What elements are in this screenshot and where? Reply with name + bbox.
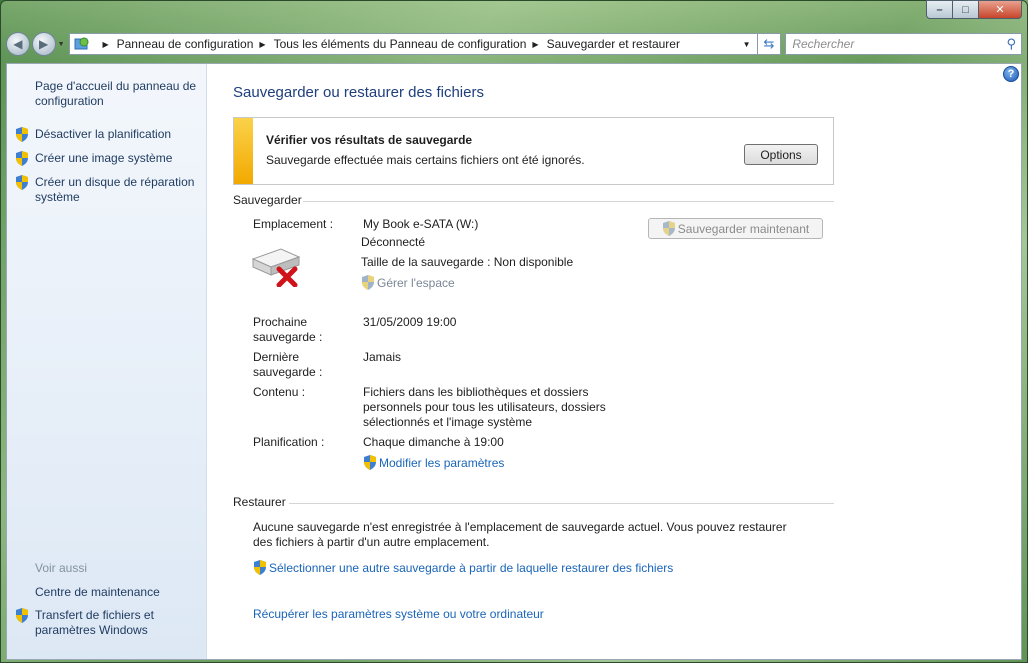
last-backup-label: Dernière sauvegarde : bbox=[253, 350, 323, 379]
sidebar-item-create-system-image[interactable]: Créer une image système bbox=[35, 151, 172, 166]
recover-system-link[interactable]: Récupérer les paramètres système ou votr… bbox=[253, 607, 544, 622]
disconnected-drive-icon bbox=[251, 248, 301, 287]
manage-space-label: Gérer l'espace bbox=[377, 276, 455, 290]
close-button[interactable]: ✕ bbox=[978, 0, 1022, 19]
notice-accent-bar bbox=[234, 118, 253, 184]
backup-now-button[interactable]: Sauvegarder maintenant bbox=[648, 218, 823, 239]
shield-icon bbox=[362, 275, 374, 290]
search-placeholder: Rechercher bbox=[792, 37, 855, 51]
breadcrumb-item[interactable]: Sauvegarder et restaurer bbox=[547, 37, 680, 51]
section-divider bbox=[289, 503, 834, 504]
breadcrumb-separator[interactable]: ▶ bbox=[102, 40, 108, 49]
shield-icon bbox=[254, 560, 266, 575]
restore-section-title: Restaurer bbox=[233, 495, 286, 509]
sidebar: Page d'accueil du panneau de configurati… bbox=[7, 64, 207, 659]
change-settings-label: Modifier les paramètres bbox=[379, 456, 505, 470]
next-backup-label: Prochaine sauvegarde : bbox=[253, 315, 323, 344]
search-input[interactable]: Rechercher ⚲ bbox=[785, 33, 1023, 55]
schedule-label: Planification : bbox=[253, 435, 325, 449]
page-title: Sauvegarder ou restaurer des fichiers bbox=[233, 84, 484, 101]
sidebar-item-action-center[interactable]: Centre de maintenance bbox=[35, 585, 160, 600]
location-value: My Book e-SATA (W:) bbox=[363, 217, 479, 231]
shield-icon bbox=[662, 221, 675, 236]
forward-arrow-icon: ▶ bbox=[39, 37, 49, 51]
next-backup-value: 31/05/2009 19:00 bbox=[363, 315, 457, 329]
change-settings-link[interactable]: Modifier les paramètres bbox=[363, 455, 504, 471]
minimize-button[interactable]: – bbox=[926, 0, 952, 19]
sidebar-item-disable-schedule[interactable]: Désactiver la planification bbox=[35, 127, 171, 142]
backup-size: Taille de la sauvegarde : Non disponible bbox=[361, 255, 574, 269]
contents-label: Contenu : bbox=[253, 385, 306, 399]
search-icon[interactable]: ⚲ bbox=[1006, 36, 1021, 52]
refresh-icon: ⇆ bbox=[763, 36, 775, 51]
shield-icon bbox=[364, 455, 376, 470]
control-panel-icon bbox=[74, 37, 89, 50]
sidebar-home-link[interactable]: Page d'accueil du panneau de configurati… bbox=[35, 79, 200, 109]
section-divider bbox=[303, 201, 834, 202]
breadcrumb-separator[interactable]: ▶ bbox=[532, 40, 538, 49]
select-other-backup-link[interactable]: Sélectionner une autre sauvegarde à part… bbox=[253, 560, 673, 576]
breadcrumb-item[interactable]: Tous les éléments du Panneau de configur… bbox=[274, 37, 527, 51]
backup-notice: Vérifier vos résultats de sauvegarde Sau… bbox=[233, 117, 834, 185]
recent-pages-dropdown[interactable]: ▼ bbox=[58, 41, 68, 48]
location-status: Déconnecté bbox=[361, 235, 426, 249]
address-bar[interactable]: ▶ Panneau de configuration ▶ Tous les él… bbox=[69, 33, 758, 55]
maximize-button[interactable]: □ bbox=[952, 0, 978, 19]
location-label: Emplacement : bbox=[253, 217, 334, 231]
see-also-title: Voir aussi bbox=[35, 561, 88, 575]
caption-buttons: – □ ✕ bbox=[926, 0, 1022, 19]
shield-icon bbox=[16, 175, 28, 190]
backup-section-title: Sauvegarder bbox=[233, 193, 302, 207]
backup-now-label: Sauvegarder maintenant bbox=[677, 221, 810, 236]
contents-value: Fichiers dans les bibliothèques et dossi… bbox=[363, 385, 606, 429]
notice-title: Vérifier vos résultats de sauvegarde bbox=[266, 133, 473, 147]
sidebar-item-create-repair-disc[interactable]: Créer un disque de réparation système bbox=[35, 175, 200, 205]
refresh-button[interactable]: ⇆ bbox=[757, 33, 782, 55]
back-arrow-icon: ◀ bbox=[13, 37, 23, 51]
navigation-bar: ◀ ▶ ▼ ▶ Panneau de configuration ▶ Tous … bbox=[6, 30, 1023, 58]
breadcrumb-separator[interactable]: ▶ bbox=[259, 40, 265, 49]
address-dropdown-icon[interactable]: ▼ bbox=[743, 40, 757, 49]
shield-icon bbox=[16, 608, 28, 623]
help-icon[interactable]: ? bbox=[1003, 66, 1019, 82]
select-other-backup-label: Sélectionner une autre sauvegarde à part… bbox=[269, 561, 674, 575]
last-backup-value: Jamais bbox=[363, 350, 402, 364]
schedule-value: Chaque dimanche à 19:00 bbox=[363, 435, 504, 449]
shield-icon bbox=[16, 127, 28, 142]
manage-space-link[interactable]: Gérer l'espace bbox=[361, 275, 455, 291]
sidebar-item-easy-transfer[interactable]: Transfert de fichiers et paramètres Wind… bbox=[35, 608, 175, 638]
restore-description: Aucune sauvegarde n'est enregistrée à l'… bbox=[253, 520, 787, 549]
content-area: Page d'accueil du panneau de configurati… bbox=[6, 63, 1022, 660]
forward-button[interactable]: ▶ bbox=[31, 32, 56, 56]
shield-icon bbox=[16, 151, 28, 166]
breadcrumb-item[interactable]: Panneau de configuration bbox=[117, 37, 254, 51]
notice-text: Sauvegarde effectuée mais certains fichi… bbox=[266, 153, 585, 167]
back-button[interactable]: ◀ bbox=[6, 32, 30, 56]
options-button[interactable]: Options bbox=[744, 144, 818, 165]
